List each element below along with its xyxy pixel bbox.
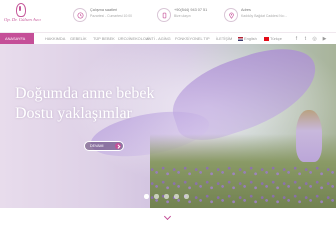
top-bar: Op. Dr. Gülsen Avcı Çalışma saatleri Paz… — [0, 0, 336, 32]
address-info: Adres Kadıköy Bağdat Caddesi No:... — [224, 6, 336, 26]
hero-flowers — [150, 164, 336, 208]
location-pin-icon — [224, 8, 238, 22]
read-more-label: DEVAMI — [90, 144, 104, 148]
logo[interactable]: Op. Dr. Gülsen Avcı — [4, 3, 41, 29]
hero-headline: Doğumda anne bebek Dostu yaklaşımlar — [15, 84, 155, 124]
slider-dot[interactable] — [144, 194, 149, 199]
work-hours-value: Pazartesi - Cumartesi 10:00 — [90, 14, 133, 18]
phone-number: +90(544) 943 07 51 — [174, 8, 208, 12]
hero-line-2: Dostu yaklaşımlar — [15, 105, 132, 122]
scroll-down-icon[interactable] — [163, 214, 171, 222]
phone-caption: Bize ulaşın — [174, 14, 191, 18]
slider-dot[interactable] — [184, 194, 189, 199]
facebook-icon[interactable]: f — [293, 35, 300, 43]
lang-tr-label: Türkçe — [270, 36, 282, 41]
lang-en-label: English — [244, 36, 257, 41]
youtube-icon[interactable]: ▶ — [321, 35, 328, 43]
arrow-right-icon — [115, 143, 121, 149]
address-value: Kadıköy Bağdat Caddesi No:... — [241, 14, 288, 18]
slider-dot[interactable] — [154, 194, 159, 199]
work-hours-title: Çalışma saatleri — [90, 8, 118, 12]
tr-flag-icon — [264, 37, 269, 41]
address-title: Adres — [241, 8, 251, 12]
twitter-icon[interactable]: t — [302, 35, 309, 43]
us-flag-icon — [238, 37, 243, 41]
phone-icon — [157, 8, 171, 22]
logo-text: Op. Dr. Gülsen Avcı — [4, 17, 41, 22]
slider-dot[interactable] — [174, 194, 179, 199]
hero-slider — [0, 44, 336, 208]
phone-info[interactable]: +90(544) 943 07 51 Bize ulaşın — [157, 6, 222, 26]
hero-person — [296, 110, 322, 162]
main-nav: ANASAYFA HAKKIMDA GEBELİK TÜP BEBEK ÜROJ… — [0, 32, 336, 45]
clock-icon — [73, 8, 87, 22]
logo-mark-icon — [15, 3, 26, 17]
work-hours-info: Çalışma saatleri Pazartesi - Cumartesi 1… — [73, 6, 143, 26]
slider-dot[interactable] — [164, 194, 169, 199]
instagram-icon[interactable]: ◎ — [311, 35, 318, 43]
hero-line-1: Doğumda anne bebek — [15, 85, 155, 102]
read-more-button[interactable]: DEVAMI — [84, 141, 124, 151]
slider-dots — [144, 194, 194, 200]
